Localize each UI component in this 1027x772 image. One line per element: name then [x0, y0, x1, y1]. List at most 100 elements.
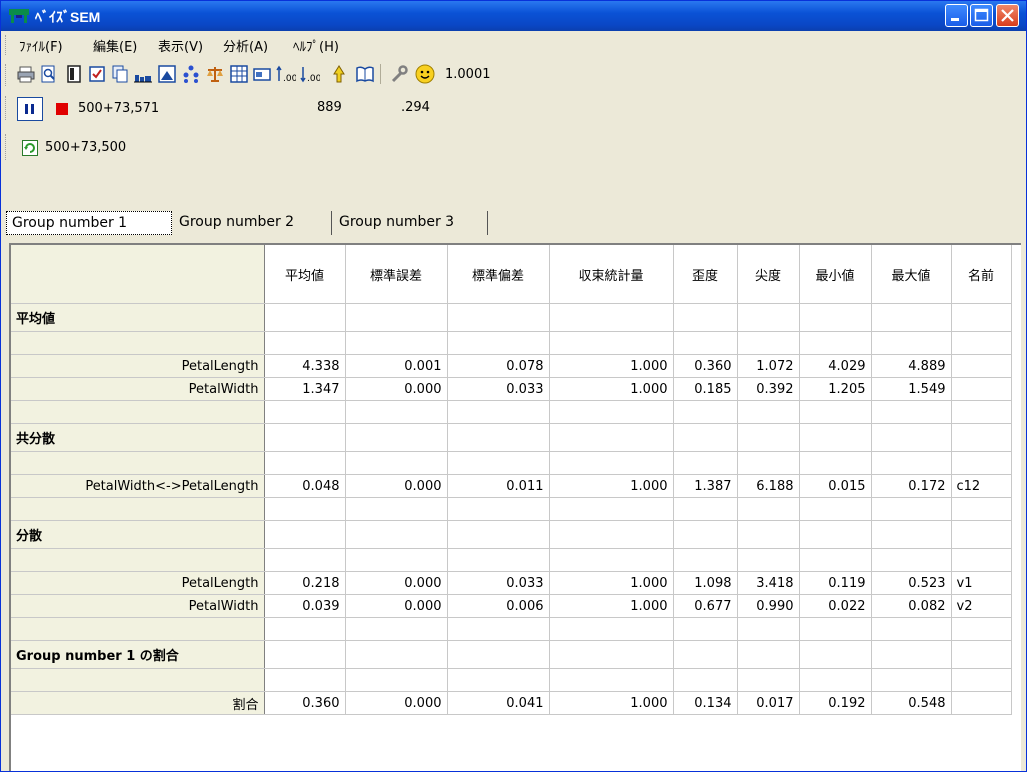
cell-skewness: 0.185 [673, 377, 738, 401]
menu-analyze[interactable]: 分析(A) [223, 36, 268, 55]
decrease-decimal-icon[interactable]: .00 [300, 65, 320, 83]
page-icon[interactable] [65, 65, 83, 83]
image-icon[interactable] [158, 65, 176, 83]
blank-cell [447, 331, 550, 355]
blank-label-cell [11, 400, 265, 424]
spacer-row [11, 617, 1012, 641]
scale-icon[interactable] [206, 65, 224, 83]
bar-chart-icon[interactable] [134, 65, 152, 83]
corner-cell [11, 245, 265, 304]
pause-icon [25, 104, 34, 114]
cell-se: 0.000 [345, 691, 448, 715]
cell-mean: 1.347 [264, 377, 346, 401]
blank-cell [447, 548, 550, 572]
table-row[interactable]: 割合 0.360 0.000 0.041 1.000 0.134 0.017 0.192 0.5… [11, 691, 1012, 715]
results-table: 平均値 標準誤差 標準偏差 収束統計量 歪度 尖度 最小値 最大値 名前 平均値… [11, 245, 1012, 715]
cell-min: 0.119 [799, 571, 872, 595]
col-header-se[interactable]: 標準誤差 [345, 245, 448, 304]
toolbar-grip[interactable] [5, 64, 8, 86]
blank-cell [264, 303, 346, 332]
title-bar[interactable]: ﾍﾞｲｽﾞSEM [1, 1, 1026, 31]
blank-cell [799, 423, 872, 452]
col-header-mean[interactable]: 平均値 [264, 245, 346, 304]
stop-button[interactable] [56, 103, 68, 115]
blank-label-cell [11, 331, 265, 355]
col-header-sd[interactable]: 標準偏差 [447, 245, 550, 304]
menu-edit[interactable]: 編集(E) [93, 36, 137, 55]
cell-kurtosis: 1.072 [737, 354, 800, 378]
table-row[interactable]: PetalLength 0.218 0.000 0.033 1.000 1.098 3.41… [11, 571, 1012, 595]
col-header-name[interactable]: 名前 [951, 245, 1012, 304]
blank-cell [264, 497, 346, 521]
col-header-skewness[interactable]: 歪度 [673, 245, 738, 304]
col-header-kurtosis[interactable]: 尖度 [737, 245, 800, 304]
blank-cell [799, 331, 872, 355]
card-icon[interactable] [253, 65, 271, 83]
cell-min: 0.015 [799, 474, 872, 498]
tab-group-2[interactable]: Group number 2 [174, 211, 332, 235]
table-icon[interactable] [230, 65, 248, 83]
col-header-max[interactable]: 最大値 [871, 245, 952, 304]
cell-sd: 0.033 [447, 377, 550, 401]
cell-max: 0.523 [871, 571, 952, 595]
refresh-icon[interactable] [22, 140, 38, 156]
status-grip[interactable] [5, 96, 8, 120]
blank-cell [799, 548, 872, 572]
close-button[interactable] [996, 4, 1019, 27]
menu-help[interactable]: ﾍﾙﾌﾟ(H) [293, 36, 339, 55]
lamp-icon[interactable] [330, 65, 348, 83]
blank-cell [549, 497, 674, 521]
blank-cell [345, 497, 448, 521]
blank-cell [737, 331, 800, 355]
copy-icon[interactable] [111, 65, 129, 83]
col-header-convergence[interactable]: 収束統計量 [549, 245, 674, 304]
cell-max: 1.549 [871, 377, 952, 401]
table-row[interactable]: PetalWidth 1.347 0.000 0.033 1.000 0.185 0.392… [11, 377, 1012, 401]
check-icon[interactable] [88, 65, 106, 83]
print-icon[interactable] [17, 65, 35, 83]
tree-icon[interactable] [182, 65, 200, 83]
tab-group-3[interactable]: Group number 3 [334, 211, 488, 235]
tab-group-1[interactable]: Group number 1 [6, 211, 172, 235]
cell-min: 1.205 [799, 377, 872, 401]
minimize-button[interactable] [945, 4, 968, 27]
table-row[interactable]: PetalWidth 0.039 0.000 0.006 1.000 0.677 0.990… [11, 594, 1012, 618]
preview-icon[interactable] [40, 65, 58, 83]
cell-name [951, 377, 1012, 401]
book-icon[interactable] [356, 65, 374, 83]
maximize-button[interactable] [970, 4, 993, 27]
table-row[interactable]: PetalWidth<->PetalLength 0.048 0.000 0.011 1… [11, 474, 1012, 498]
spacer-row [11, 451, 1012, 475]
blank-cell [673, 548, 738, 572]
blank-cell [673, 303, 738, 332]
wrench-icon[interactable] [390, 65, 408, 83]
pause-button[interactable] [17, 97, 43, 121]
blank-cell [549, 400, 674, 424]
table-row[interactable]: PetalLength 4.338 0.001 0.078 1.000 0.360 1.07… [11, 354, 1012, 378]
cell-sd: 0.006 [447, 594, 550, 618]
menu-grip[interactable] [5, 35, 8, 55]
blank-cell [264, 668, 346, 692]
increase-decimal-icon[interactable]: .00 [276, 65, 296, 83]
section-title: 平均値 [11, 303, 265, 332]
menu-file[interactable]: ﾌｧｲﾙ(F) [19, 36, 63, 55]
maximize-icon [974, 8, 989, 22]
blank-cell [264, 451, 346, 475]
blank-cell [549, 668, 674, 692]
smiley-icon[interactable] [415, 64, 435, 84]
cell-kurtosis: 0.392 [737, 377, 800, 401]
refresh-grip[interactable] [5, 134, 8, 160]
spacer-row [11, 668, 1012, 692]
menu-view[interactable]: 表示(V) [158, 36, 203, 55]
row-label: PetalWidth [11, 377, 265, 401]
blank-cell [737, 451, 800, 475]
blank-cell [673, 520, 738, 549]
results-table-panel[interactable]: 平均値 標準誤差 標準偏差 収束統計量 歪度 尖度 最小値 最大値 名前 平均値… [9, 243, 1021, 771]
blank-cell [737, 668, 800, 692]
blank-cell [737, 423, 800, 452]
status-value-b: .294 [401, 100, 430, 115]
blank-cell [737, 497, 800, 521]
cell-kurtosis: 0.990 [737, 594, 800, 618]
col-header-min[interactable]: 最小値 [799, 245, 872, 304]
section-row: 平均値 [11, 303, 1012, 332]
